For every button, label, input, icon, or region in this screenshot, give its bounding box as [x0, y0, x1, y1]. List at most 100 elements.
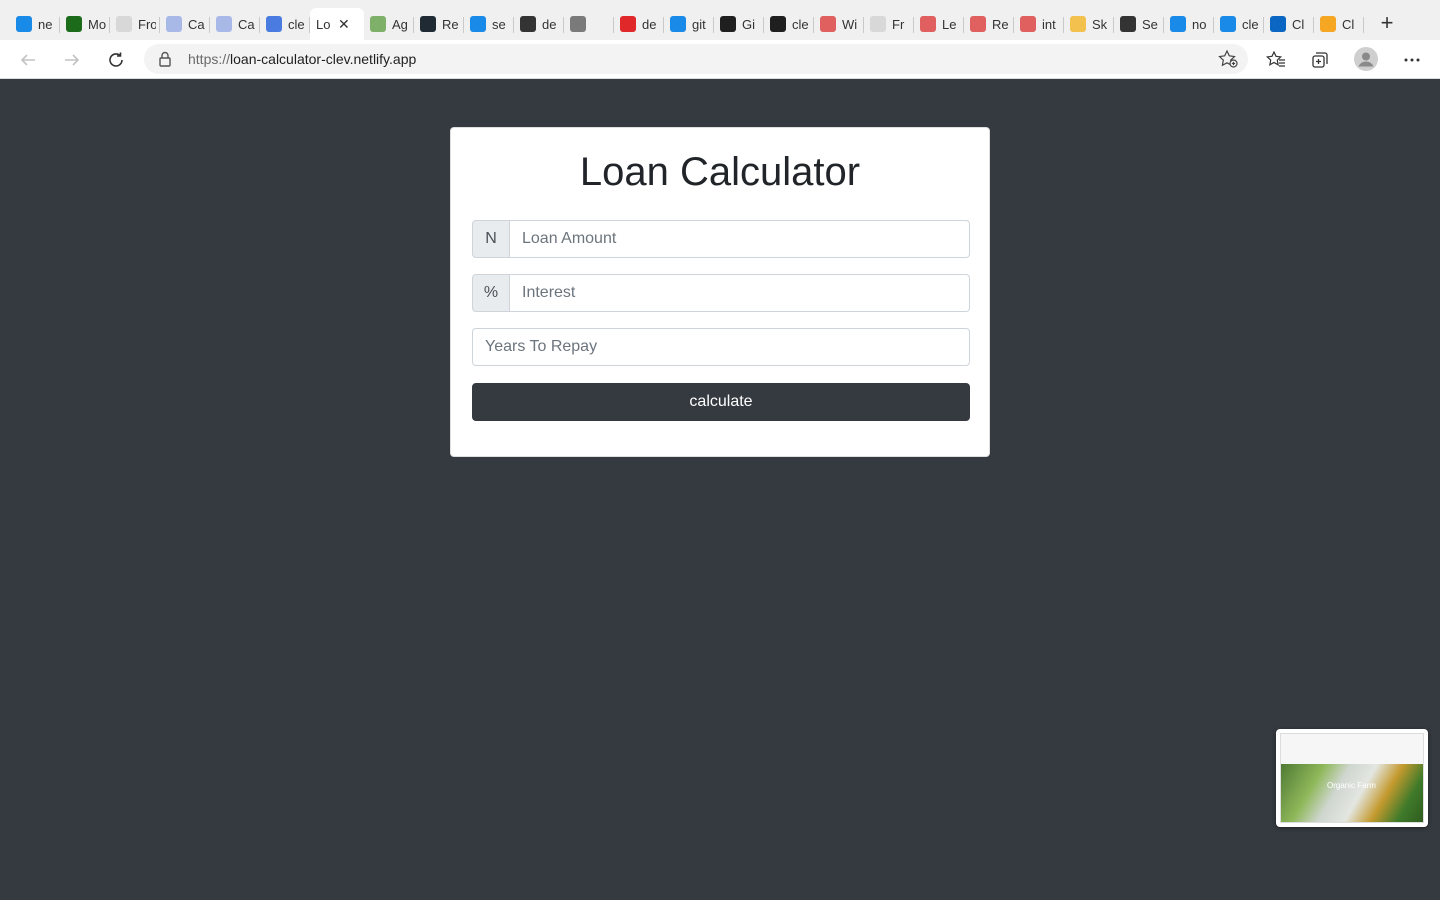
tab-title: Ca: [238, 16, 255, 32]
favorites-star-icon: [1266, 51, 1285, 67]
tab-title: cle: [288, 16, 305, 32]
tab-title: Cl: [1292, 16, 1305, 32]
gear-icon: [1120, 16, 1136, 32]
loan-amount-group: N: [472, 220, 970, 258]
collections-button[interactable]: [1308, 48, 1332, 72]
lock-icon: [520, 16, 536, 32]
url-text: https://loan-calculator-clev.netlify.app: [188, 51, 416, 67]
tab-title: cle: [1242, 16, 1259, 32]
add-favorite-icon[interactable]: [1218, 50, 1238, 68]
browser-tab[interactable]: Fr: [864, 8, 914, 40]
tab-title: Lo: [316, 16, 331, 32]
browser-tab[interactable]: Ca: [160, 8, 210, 40]
browser-tab[interactable]: git: [664, 8, 714, 40]
tab-title: Gi: [742, 16, 755, 32]
browser-tab[interactable]: de: [614, 8, 664, 40]
favorites-button[interactable]: [1264, 48, 1288, 72]
gmail-icon: [116, 16, 132, 32]
url-host: loan-calculator-clev.netlify.app: [230, 51, 417, 67]
github-icon: [770, 16, 786, 32]
browser-tab[interactable]: cle: [260, 8, 310, 40]
browser-tab[interactable]: Lo ✕: [310, 8, 364, 40]
browser-tab[interactable]: Se: [1114, 8, 1164, 40]
tab-title: Cl: [1342, 16, 1355, 32]
bing-icon: [1170, 16, 1186, 32]
tab-title: Wi: [842, 16, 858, 32]
tab-title: Le: [942, 16, 957, 32]
screenshot-thumbnail[interactable]: Organic Farm: [1276, 729, 1428, 827]
bowl-icon: [370, 16, 386, 32]
menu-button[interactable]: [1400, 48, 1424, 72]
close-icon[interactable]: ✕: [338, 16, 350, 33]
browser-tab[interactable]: no: [1164, 8, 1214, 40]
tab-title: Re: [992, 16, 1009, 32]
chat-icon: [570, 16, 586, 32]
collections-icon: [1312, 52, 1328, 68]
tab-title: se: [492, 16, 506, 32]
calculate-button[interactable]: calculate: [472, 383, 970, 421]
react-icon: [420, 16, 436, 32]
browser-tab[interactable]: [564, 8, 614, 40]
browser-tab[interactable]: Wi: [814, 8, 864, 40]
loan-amount-input[interactable]: [510, 220, 970, 258]
github-icon: [720, 16, 736, 32]
browser-tab[interactable]: Le: [914, 8, 964, 40]
tab-title: Se: [1142, 16, 1158, 32]
new-tab-button[interactable]: +: [1372, 8, 1402, 38]
tab-title: Ag: [392, 16, 408, 32]
years-to-repay-input[interactable]: [472, 328, 970, 366]
tab-title: Fro: [138, 16, 156, 32]
interest-input[interactable]: [510, 274, 970, 312]
browser-tab[interactable]: Cl: [1314, 8, 1364, 40]
browser-tab[interactable]: Fro: [110, 8, 160, 40]
browser-tab[interactable]: Ag: [364, 8, 414, 40]
tab-title: de: [642, 16, 657, 32]
bing-icon: [16, 16, 32, 32]
docs-icon: [266, 16, 282, 32]
reload-icon: [109, 52, 123, 67]
docs-icon: [216, 16, 232, 32]
bing-icon: [670, 16, 686, 32]
n-logo-icon: [66, 16, 82, 32]
sketch-icon: [1070, 16, 1086, 32]
tab-title: int: [1042, 16, 1056, 32]
browser-tab[interactable]: Cl: [1264, 8, 1314, 40]
browser-tab[interactable]: Re: [414, 8, 464, 40]
tab-title: Mo: [88, 16, 106, 32]
tab-title: ne: [38, 16, 53, 32]
tab-title: cle: [792, 16, 809, 32]
tab-title: Re: [442, 16, 459, 32]
browser-tab[interactable]: cle: [764, 8, 814, 40]
browser-tab[interactable]: Gi: [714, 8, 764, 40]
reload-button[interactable]: [104, 48, 128, 72]
tab-strip: ne Mo Fro Ca Ca cle Lo ✕ Ag Re se de de git Gi cle Wi Fr L…: [0, 0, 1440, 40]
browser-tab[interactable]: Ca: [210, 8, 260, 40]
lock-icon: [159, 51, 171, 67]
address-bar[interactable]: https://loan-calculator-clev.netlify.app: [144, 44, 1248, 74]
avatar-icon: [1354, 47, 1378, 71]
browser-tab[interactable]: de: [514, 8, 564, 40]
docs-icon: [166, 16, 182, 32]
browser-tab[interactable]: Mo: [60, 8, 110, 40]
interest-group: %: [472, 274, 970, 312]
tab-title: no: [1192, 16, 1207, 32]
browser-tab[interactable]: se: [464, 8, 514, 40]
thumbnail-title: Organic Farm: [1327, 781, 1376, 790]
profile-button[interactable]: [1353, 46, 1379, 72]
browser-toolbar: https://loan-calculator-clev.netlify.app: [0, 40, 1440, 79]
youtube-icon: [1020, 16, 1036, 32]
browser-tab[interactable]: int: [1014, 8, 1064, 40]
browser-tab[interactable]: cle: [1214, 8, 1264, 40]
thumbnail-image: Organic Farm: [1280, 733, 1424, 823]
bing-icon: [1220, 16, 1236, 32]
youtube-icon: [820, 16, 836, 32]
tab-list: ne Mo Fro Ca Ca cle Lo ✕ Ag Re se de de git Gi cle Wi Fr L…: [10, 0, 1364, 40]
back-button[interactable]: [16, 48, 40, 72]
linkedin-icon: [1270, 16, 1286, 32]
youtube-icon: [920, 16, 936, 32]
tab-title: de: [542, 16, 557, 32]
browser-tab[interactable]: ne: [10, 8, 60, 40]
browser-tab[interactable]: Re: [964, 8, 1014, 40]
browser-tab[interactable]: Sk: [1064, 8, 1114, 40]
forward-button[interactable]: [60, 48, 84, 72]
